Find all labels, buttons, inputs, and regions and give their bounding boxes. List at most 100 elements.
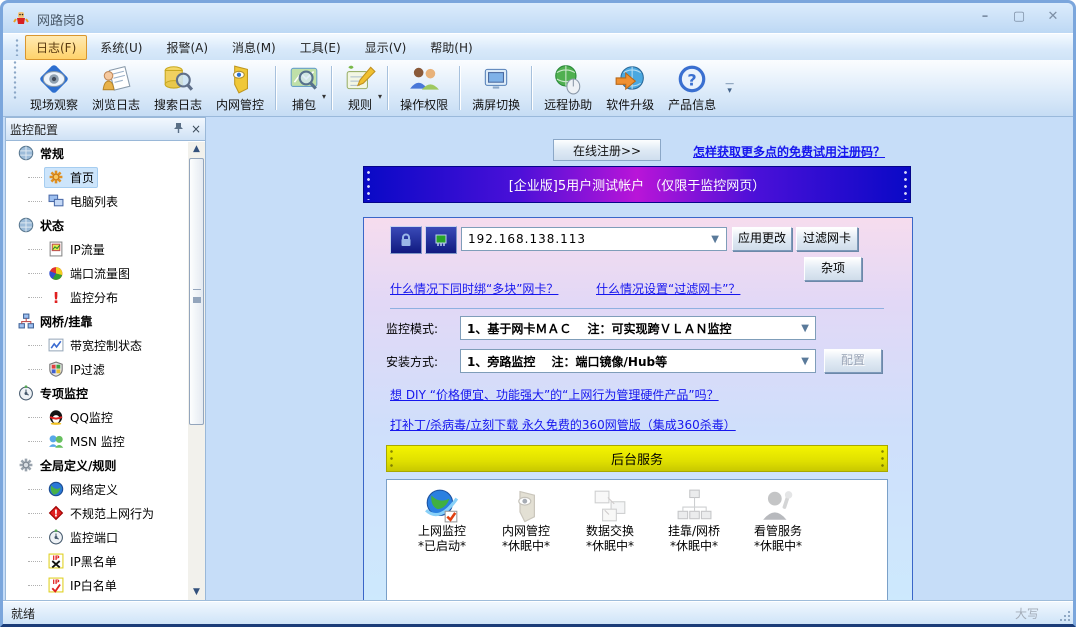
apply-changes-button[interactable]: 应用更改 <box>732 227 792 251</box>
download-360-link[interactable]: 打补丁/杀病毒/立刻下载 永久免费的360网管版（集成360杀毒） <box>390 416 736 433</box>
tree-item-label: 电脑列表 <box>70 193 118 210</box>
tree-connector <box>28 488 42 490</box>
diy-hardware-link[interactable]: 想 DIY “价格便宜、功能强大”的“上网行为管理硬件产品”吗？ <box>390 386 719 403</box>
service-item[interactable]: 上网监控*已启动* <box>401 488 483 554</box>
monitor-mode-combobox[interactable]: 1、基于网卡ＭＡＣ 注：可实现跨ＶＬＡＮ监控 ▼ <box>460 316 816 340</box>
service-name: 看管服务 <box>754 524 802 539</box>
license-banner: [企业版]5用户测试帐户 （仅限于监控网页） <box>363 166 911 203</box>
close-button[interactable]: ✕ <box>1043 9 1063 24</box>
service-item[interactable]: 内网管控*休眠中* <box>485 488 567 554</box>
menu-item[interactable]: 工具(E) <box>289 35 352 60</box>
tree-item[interactable]: QQ监控 <box>6 405 205 429</box>
tree-item[interactable]: 电脑列表 <box>6 189 205 213</box>
chevron-down-icon[interactable]: ▼ <box>801 323 809 334</box>
meter-clock-icon <box>18 385 34 401</box>
tree-item[interactable]: 首页 <box>6 165 205 189</box>
lock-icon <box>398 232 414 248</box>
install-mode-combobox[interactable]: 1、旁路监控 注：端口镜像/Hub等 ▼ <box>460 349 816 373</box>
scroll-up-icon[interactable]: ▲ <box>188 142 205 157</box>
tree-connector <box>28 440 42 442</box>
toolbar-button[interactable]: 捕包 ▾ <box>281 60 327 116</box>
toolbar-overflow-button[interactable]: —▾ <box>725 81 734 95</box>
minimize-button[interactable]: – <box>975 9 995 24</box>
resize-grip-icon[interactable] <box>1058 609 1070 621</box>
service-status: *休眠中* <box>586 539 634 554</box>
dropdown-arrow-icon[interactable]: ▾ <box>322 92 326 101</box>
status-bar: 就绪 大写 <box>3 601 1073 624</box>
tree-item[interactable]: 状态 <box>6 213 205 237</box>
toolbar-button-label: 内网管控 <box>216 96 264 113</box>
menu-item[interactable]: 系统(U) <box>89 35 153 60</box>
menu-bar: 日志(F)系统(U)报警(A)消息(M)工具(E)显示(V)帮助(H) <box>3 33 1073 60</box>
chevron-down-icon[interactable]: ▼ <box>801 356 809 367</box>
tree-item[interactable]: IPIP白名单 <box>6 573 205 597</box>
toolbar-button[interactable]: 软件升级 <box>599 60 661 116</box>
tree-item[interactable]: IP过滤 <box>6 357 205 381</box>
toolbar-button[interactable]: ? 产品信息 <box>661 60 723 116</box>
toolbar-button-label: 产品信息 <box>668 96 716 113</box>
nic-ip-combobox[interactable]: 192.168.138.113 ▼ <box>461 227 727 251</box>
scroll-down-icon[interactable]: ▼ <box>188 585 205 600</box>
menu-item[interactable]: 帮助(H) <box>419 35 483 60</box>
toolbar-button-label: 规则 <box>348 96 372 113</box>
config-button[interactable]: 配置 <box>824 349 882 373</box>
service-item[interactable]: 数据交换*休眠中* <box>569 488 651 554</box>
menu-item[interactable]: 消息(M) <box>221 35 287 60</box>
filter-nic-button[interactable]: 过滤网卡 <box>796 227 858 251</box>
bind-multiple-nics-link[interactable]: 什么情况下同时绑“多块”网卡？ <box>390 280 558 297</box>
maximize-button[interactable]: ▢ <box>1009 9 1029 24</box>
misc-button[interactable]: 杂项 <box>804 257 862 281</box>
computers-icon <box>48 193 64 209</box>
toolbar-button[interactable]: 内网管控 <box>209 60 271 116</box>
tree-item[interactable]: !监控分布 <box>6 285 205 309</box>
toolbar-button[interactable]: 浏览日志 <box>85 60 147 116</box>
network-card-button[interactable] <box>425 226 457 254</box>
service-item[interactable]: 挂靠/网桥*休眠中* <box>653 488 735 554</box>
tree-scrollbar[interactable]: ▲ ▼ <box>188 142 205 600</box>
toolbar-button[interactable]: 规则 ▾ <box>337 60 383 116</box>
tree-item[interactable]: !不规范上网行为 <box>6 501 205 525</box>
get-trial-code-link[interactable]: 怎样获取更多点的免费试用注册码？ <box>693 143 885 160</box>
tree-item[interactable]: IP流量 <box>6 237 205 261</box>
menu-item[interactable]: 显示(V) <box>354 35 418 60</box>
toolbar-button[interactable]: 现场观察 <box>23 60 85 116</box>
pin-icon[interactable] <box>169 122 187 137</box>
service-item[interactable]: 看管服务*休眠中* <box>737 488 819 554</box>
toolbar-button[interactable]: 搜索日志 <box>147 60 209 116</box>
filter-nic-help-link[interactable]: 什么情况设置“过滤网卡”？ <box>596 280 740 297</box>
tree-item[interactable]: 带宽控制状态 <box>6 333 205 357</box>
toolbar-button[interactable]: 满屏切换 <box>465 60 527 116</box>
dropdown-arrow-icon[interactable]: ▾ <box>378 92 382 101</box>
scrollbar-thumb[interactable] <box>189 158 204 425</box>
toolbar-button[interactable]: 远程协助 <box>537 60 599 116</box>
tree-item[interactable]: 网络定义 <box>6 477 205 501</box>
menu-item[interactable]: 日志(F) <box>25 35 87 60</box>
tree-item[interactable]: IPIP黑名单 <box>6 549 205 573</box>
tree-connector <box>28 368 42 370</box>
tree-item[interactable]: MSN 监控 <box>6 429 205 453</box>
toolbar-button-label: 捕包 <box>292 96 316 113</box>
tree-item[interactable]: 常规 <box>6 141 205 165</box>
svg-text:?: ? <box>687 70 696 89</box>
online-register-button[interactable]: 在线注册>> <box>553 139 661 161</box>
toolbar-button[interactable]: 操作权限 <box>393 60 455 116</box>
menu-item[interactable]: 报警(A) <box>155 35 219 60</box>
tree-connector <box>28 344 42 346</box>
chevron-down-icon[interactable]: ▼ <box>711 234 720 245</box>
config-tree: 常规首页电脑列表状态IP流量端口流量图!监控分布网桥/挂靠带宽控制状态IP过滤专… <box>5 141 206 601</box>
app-icon <box>13 10 29 26</box>
network-nodes-icon <box>18 313 34 329</box>
services-banner-text: 后台服务 <box>611 449 663 468</box>
toolbar-button-label: 浏览日志 <box>92 96 140 113</box>
tree-item-label: IP白名单 <box>70 577 117 594</box>
net-monitor-globe-icon <box>424 488 460 524</box>
close-panel-icon[interactable]: × <box>187 122 205 136</box>
menubar-grip-icon <box>15 38 19 56</box>
tree-item[interactable]: 端口流量图 <box>6 261 205 285</box>
line-chart-icon <box>48 337 64 353</box>
tree-item[interactable]: 网桥/挂靠 <box>6 309 205 333</box>
tree-item[interactable]: 监控端口 <box>6 525 205 549</box>
lock-button[interactable] <box>390 226 422 254</box>
tree-item[interactable]: 全局定义/规则 <box>6 453 205 477</box>
tree-item[interactable]: 专项监控 <box>6 381 205 405</box>
